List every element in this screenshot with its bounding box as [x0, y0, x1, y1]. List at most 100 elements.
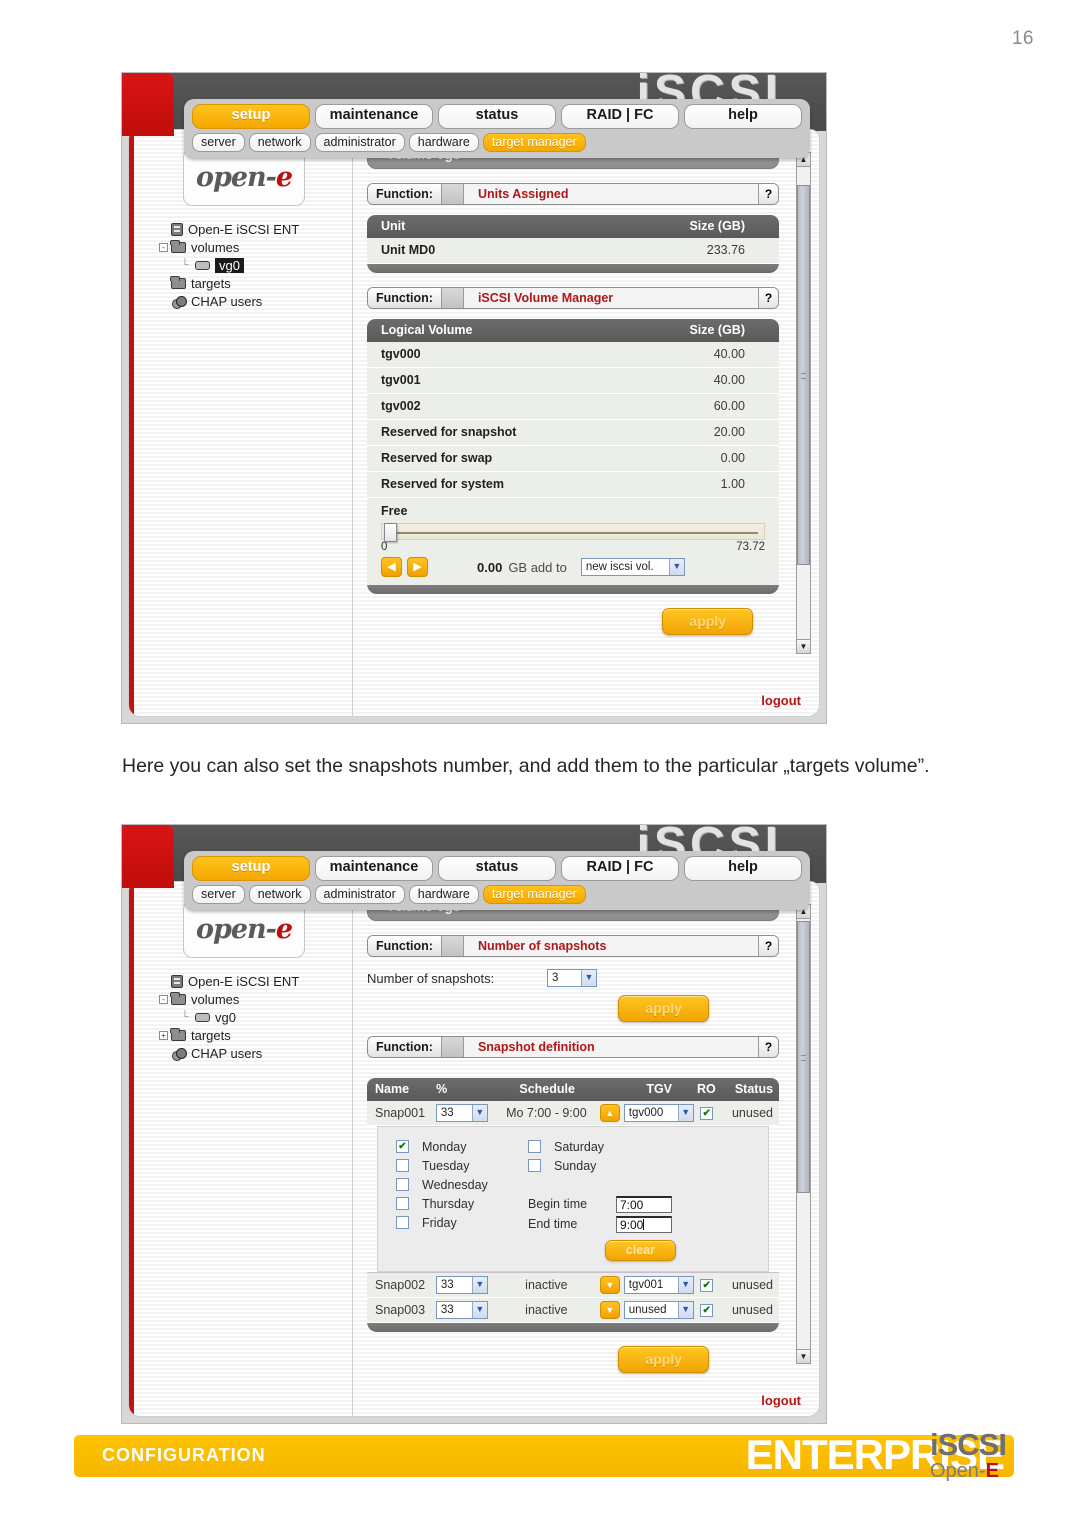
readonly-checkbox[interactable]: ✔: [700, 1107, 714, 1121]
help-icon[interactable]: ?: [758, 184, 778, 204]
weekend-row[interactable]: ✔ Saturday: [528, 1137, 678, 1156]
subtab-target-manager[interactable]: target manager: [482, 132, 586, 152]
tree-item-volumes[interactable]: - volumes: [159, 990, 349, 1008]
apply-button[interactable]: apply: [662, 608, 753, 635]
help-icon[interactable]: ?: [758, 288, 778, 308]
cell-schedule[interactable]: inactive: [493, 1303, 600, 1317]
collapse-schedule-icon[interactable]: ▲: [599, 1104, 620, 1122]
tree-root-two[interactable]: Open-E iSCSI ENT: [159, 972, 349, 990]
tab-setup[interactable]: setup: [192, 856, 310, 881]
weekday-row[interactable]: ✔ Monday: [396, 1137, 528, 1156]
increase-arrow-icon[interactable]: ▶: [407, 557, 428, 577]
percent-select[interactable]: 33 ▼: [435, 1301, 488, 1319]
subtab-hardware[interactable]: hardware: [408, 884, 479, 904]
monday-checkbox[interactable]: ✔: [396, 1140, 409, 1153]
tgv-select[interactable]: unused ▼: [623, 1301, 694, 1319]
subtab-administrator[interactable]: administrator: [314, 132, 405, 152]
chevron-down-icon[interactable]: ▼: [471, 1105, 487, 1121]
subtab-server[interactable]: server: [192, 132, 245, 152]
weekday-row[interactable]: ✔ Wednesday: [396, 1175, 528, 1194]
table-row[interactable]: Snap003 33 ▼ inactive ▼ unused ▼ ✔ unuse…: [367, 1298, 779, 1323]
percent-select[interactable]: 33 ▼: [435, 1104, 488, 1122]
chevron-down-icon[interactable]: ▼: [677, 1277, 693, 1293]
tab-maintenance[interactable]: maintenance: [315, 104, 433, 129]
collapse-expander-icon[interactable]: -: [159, 242, 168, 252]
subtab-hardware[interactable]: hardware: [408, 132, 479, 152]
tree-item-chap-users[interactable]: CHAP users: [159, 1044, 349, 1062]
tab-status[interactable]: status: [438, 104, 556, 129]
table-row[interactable]: Reserved for swap 0.00: [367, 446, 779, 472]
tab-help[interactable]: help: [684, 104, 802, 129]
chevron-down-icon[interactable]: ▼: [677, 1105, 693, 1121]
tab-status[interactable]: status: [438, 856, 556, 881]
tab-setup[interactable]: setup: [192, 104, 310, 129]
chevron-down-icon[interactable]: ▼: [471, 1302, 487, 1318]
help-icon[interactable]: ?: [758, 936, 778, 956]
percent-select[interactable]: 33 ▼: [435, 1276, 488, 1294]
table-row[interactable]: Unit MD0 233.76: [367, 238, 779, 264]
tab-help[interactable]: help: [684, 856, 802, 881]
help-icon[interactable]: ?: [758, 1037, 778, 1057]
tab-raid-fc[interactable]: RAID | FC: [561, 856, 679, 881]
number-of-snapshots-select[interactable]: 3 ▼: [547, 969, 597, 987]
weekday-row[interactable]: ✔ Tuesday: [396, 1156, 528, 1175]
chevron-down-icon[interactable]: ▼: [677, 1302, 693, 1318]
table-row[interactable]: tgv001 40.00: [367, 368, 779, 394]
table-row[interactable]: tgv000 40.00: [367, 342, 779, 368]
tree-item-vg0[interactable]: └ vg0: [159, 1008, 349, 1026]
chevron-down-icon[interactable]: ▼: [668, 559, 684, 575]
add-target-select[interactable]: new iscsi vol. ▼: [580, 558, 685, 576]
table-row[interactable]: Snap001 33 ▼ Mo 7:00 - 9:00 ▲ tgv000 ▼ ✔…: [367, 1101, 779, 1126]
logout-link[interactable]: logout: [761, 1393, 801, 1408]
apply-button[interactable]: apply: [618, 995, 709, 1022]
expand-schedule-icon[interactable]: ▼: [599, 1276, 620, 1294]
chevron-down-icon[interactable]: ▼: [581, 970, 596, 986]
tree-item-targets[interactable]: targets: [159, 274, 349, 292]
subtab-network[interactable]: network: [248, 884, 311, 904]
tree-item-vg0[interactable]: └ vg0: [159, 256, 349, 274]
table-row[interactable]: tgv002 60.00: [367, 394, 779, 420]
table-row[interactable]: Reserved for snapshot 20.00: [367, 420, 779, 446]
begin-time-input[interactable]: 7:00: [616, 1195, 672, 1213]
weekday-row[interactable]: ✔ Friday: [396, 1213, 528, 1232]
weekday-row[interactable]: ✔ Thursday: [396, 1194, 528, 1213]
tree-item-chap-users[interactable]: CHAP users: [159, 292, 349, 310]
tgv-select[interactable]: tgv000 ▼: [623, 1104, 694, 1122]
scrollbar-thumb[interactable]: [797, 185, 810, 565]
slider-handle[interactable]: [384, 523, 397, 542]
subtab-network[interactable]: network: [248, 132, 311, 152]
saturday-checkbox[interactable]: ✔: [528, 1140, 541, 1153]
subtab-target-manager[interactable]: target manager: [482, 884, 586, 904]
expand-expander-icon[interactable]: +: [159, 1030, 168, 1040]
tab-raid-fc[interactable]: RAID | FC: [561, 104, 679, 129]
cell-schedule[interactable]: Mo 7:00 - 9:00: [493, 1106, 600, 1120]
tree-item-volumes[interactable]: - volumes: [159, 238, 349, 256]
logout-link[interactable]: logout: [761, 693, 801, 708]
subtab-server[interactable]: server: [192, 884, 245, 904]
scroll-down-arrow-icon[interactable]: ▼: [797, 1349, 810, 1363]
table-row[interactable]: Snap002 33 ▼ inactive ▼ tgv001 ▼ ✔ unuse…: [367, 1272, 779, 1298]
collapse-expander-icon[interactable]: -: [159, 994, 168, 1004]
readonly-checkbox[interactable]: ✔: [700, 1279, 714, 1293]
tab-maintenance[interactable]: maintenance: [315, 856, 433, 881]
friday-checkbox[interactable]: ✔: [396, 1216, 409, 1229]
decrease-arrow-icon[interactable]: ◀: [381, 557, 402, 577]
readonly-checkbox[interactable]: ✔: [700, 1304, 714, 1318]
tree-root-one[interactable]: Open-E iSCSI ENT: [159, 220, 349, 238]
apply-button[interactable]: apply: [618, 1346, 709, 1373]
scrollbar-thumb[interactable]: [797, 921, 810, 1193]
tree-item-targets[interactable]: + targets: [159, 1026, 349, 1044]
free-space-slider[interactable]: [381, 523, 765, 542]
subtab-administrator[interactable]: administrator: [314, 884, 405, 904]
thursday-checkbox[interactable]: ✔: [396, 1197, 409, 1210]
weekend-row[interactable]: ✔ Sunday: [528, 1156, 678, 1175]
expand-schedule-icon[interactable]: ▼: [599, 1301, 620, 1319]
cell-schedule[interactable]: inactive: [493, 1278, 600, 1292]
table-row[interactable]: Reserved for system 1.00: [367, 472, 779, 498]
end-time-input[interactable]: 9:00: [616, 1215, 672, 1233]
tgv-select[interactable]: tgv001 ▼: [623, 1276, 694, 1294]
tuesday-checkbox[interactable]: ✔: [396, 1159, 409, 1172]
sunday-checkbox[interactable]: ✔: [528, 1159, 541, 1172]
wednesday-checkbox[interactable]: ✔: [396, 1178, 409, 1191]
vertical-scrollbar-one[interactable]: ▲ ▼: [796, 152, 811, 654]
